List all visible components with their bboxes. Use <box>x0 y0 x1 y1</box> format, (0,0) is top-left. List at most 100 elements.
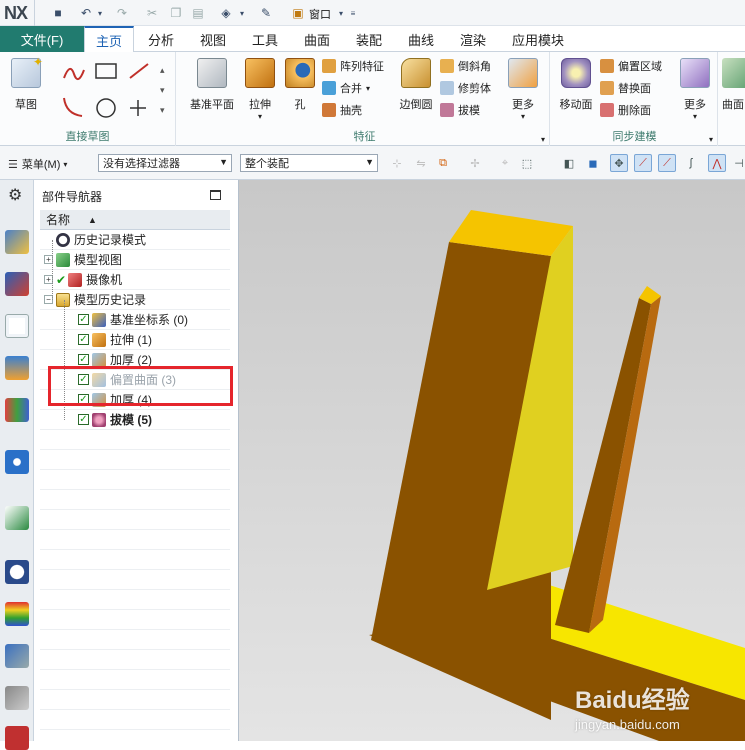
tree-connector <box>52 240 53 300</box>
tree-row-datum-csys[interactable]: ✓ 基准坐标系 (0) <box>40 310 230 330</box>
part-model[interactable] <box>239 180 745 741</box>
rect-select-icon[interactable]: ⬚ <box>518 154 536 172</box>
tab-analysis[interactable]: 分析 <box>136 26 186 52</box>
vertex-snap-icon[interactable]: ⋀ <box>708 154 726 172</box>
selection-scope-dropdown[interactable]: 整个装配 ▼ <box>240 154 378 172</box>
visibility-checkbox[interactable]: ✓ <box>78 334 89 345</box>
tab-view[interactable]: 视图 <box>188 26 238 52</box>
select-all-icon[interactable]: ✢ <box>466 154 484 172</box>
deselect-icon[interactable]: ⌖ <box>496 154 514 172</box>
curve-snap-icon[interactable]: ʃ <box>682 154 700 172</box>
solid-select-icon[interactable]: ◧ <box>560 154 578 172</box>
delete-face-button[interactable]: 删除面 <box>600 100 674 120</box>
history-icon[interactable] <box>5 506 29 530</box>
reuse-library-icon[interactable] <box>5 356 29 380</box>
sync-more-dropdown-icon[interactable]: ▾ <box>693 112 697 121</box>
offset-region-button[interactable]: 偏置区域 <box>600 56 674 76</box>
extrude-button[interactable]: 拉伸 ▾ <box>240 58 280 121</box>
tab-assembly[interactable]: 装配 <box>344 26 394 52</box>
move-face-button[interactable]: 移动面 <box>556 58 596 112</box>
system-materials-icon[interactable] <box>5 726 29 750</box>
replace-face-button[interactable]: 替换面 <box>600 78 674 98</box>
tab-curve[interactable]: 曲线 <box>396 26 446 52</box>
redo-icon[interactable]: ↷ <box>114 5 130 21</box>
visibility-checkbox[interactable]: ✓ <box>78 414 89 425</box>
feature-select-icon[interactable]: ⧉ <box>434 154 452 172</box>
empty-row <box>40 450 230 470</box>
tab-tools[interactable]: 工具 <box>240 26 290 52</box>
feature-more-dropdown-icon[interactable]: ▾ <box>521 112 525 121</box>
sketch-button[interactable]: ✦ 草图 <box>6 55 46 112</box>
tree-row-cameras[interactable]: + ✔ 摄像机 <box>40 270 230 290</box>
point-snap-icon[interactable]: ✥ <box>610 154 628 172</box>
repeat-dropdown-icon[interactable]: ▾ <box>234 5 250 21</box>
copy-icon[interactable]: ❐ <box>168 5 184 21</box>
sketch-gallery-scroll[interactable]: ▴ ▾ ▾ <box>160 60 165 120</box>
clock-icon <box>56 232 70 247</box>
tree-row-history-mode[interactable]: 历史记录模式 <box>40 230 230 250</box>
save-icon[interactable]: ■ <box>50 5 66 21</box>
extrude-dropdown-icon[interactable]: ▾ <box>258 112 262 121</box>
pattern-feature-button[interactable]: 阵列特征 <box>322 56 396 76</box>
paste-icon[interactable]: ▤ <box>190 5 206 21</box>
roles-icon[interactable] <box>5 686 29 710</box>
window-icon[interactable]: ▣ <box>290 5 306 21</box>
hole-button[interactable]: 孔 <box>282 58 318 112</box>
sketch-curve-icons[interactable] <box>60 60 152 120</box>
shell-button[interactable]: 抽壳 <box>322 100 396 120</box>
trim-body-button[interactable]: 修剪体 <box>440 78 500 98</box>
feature-group: 基准平面 拉伸 ▾ 孔 阵列特征 合并 ▾ 抽壳 边倒圆 倒斜角 修剪体 拔模 更… <box>180 52 550 146</box>
assembly-navigator-icon[interactable] <box>5 230 29 254</box>
tab-application[interactable]: 应用模块 <box>500 26 576 52</box>
undo-dropdown-icon[interactable]: ▾ <box>92 5 108 21</box>
midpoint-snap-icon[interactable]: ⟋ <box>658 154 676 172</box>
touch-mode-icon[interactable]: ✎ <box>258 5 274 21</box>
feature-more-button[interactable]: 更多 ▾ <box>504 58 542 121</box>
visualization-icon[interactable] <box>5 602 29 626</box>
unite-dropdown-icon[interactable]: ▾ <box>366 84 370 93</box>
file-tab[interactable]: 文件(F) <box>0 26 84 52</box>
sync-more-button[interactable]: 更多 ▾ <box>676 58 714 121</box>
graphics-window[interactable] <box>239 180 745 741</box>
tab-home[interactable]: 主页 <box>84 26 134 52</box>
surface-button[interactable]: 曲面 <box>722 58 745 112</box>
settings-gear-icon[interactable]: ⚙ <box>8 185 22 205</box>
filter-icon[interactable]: ⇋ <box>412 154 430 172</box>
tree-row-model-views[interactable]: + 模型视图 <box>40 250 230 270</box>
move-face-label: 移动面 <box>559 99 593 111</box>
process-studio-icon[interactable] <box>5 644 29 668</box>
sync-group-options-icon[interactable]: ▾ <box>709 135 713 144</box>
endpoint-snap-icon[interactable]: ⟋ <box>634 154 652 172</box>
part-navigator-icon[interactable] <box>5 314 29 338</box>
visibility-checkbox[interactable]: ✓ <box>78 354 89 365</box>
camera-icon <box>68 272 83 287</box>
chamfer-button[interactable]: 倒斜角 <box>440 56 500 76</box>
menu-button[interactable]: ☰ 菜单(M) ▾ <box>8 156 67 172</box>
customize-qat-icon[interactable]: ≡ <box>345 5 361 21</box>
name-column-header[interactable]: 名称 ▲ <box>40 210 230 230</box>
tree-row-draft[interactable]: ✓ 拔模 (5) <box>40 410 230 430</box>
hd3d-tools-icon[interactable] <box>5 398 29 422</box>
type-filter-dropdown[interactable]: 没有选择过滤器 ▼ <box>98 154 232 172</box>
constraint-navigator-icon[interactable] <box>5 272 29 296</box>
repeat-command-icon[interactable]: ◈ <box>218 5 234 21</box>
visibility-checkbox[interactable]: ✓ <box>78 314 89 325</box>
tab-render[interactable]: 渲染 <box>448 26 498 52</box>
draft-button[interactable]: 拔模 <box>440 100 500 120</box>
tab-surface[interactable]: 曲面 <box>292 26 342 52</box>
cut-icon[interactable]: ✂ <box>144 5 160 21</box>
feature-group-options-icon[interactable]: ▾ <box>541 135 545 144</box>
maximize-icon[interactable] <box>210 190 221 200</box>
snap-icon[interactable]: ⊹ <box>388 154 406 172</box>
more-snap-icon[interactable]: ⊣ <box>730 154 745 172</box>
tree-row-model-history[interactable]: − 模型历史记录 <box>40 290 230 310</box>
tree-row-extrude[interactable]: ✓ 拉伸 (1) <box>40 330 230 350</box>
unite-button[interactable]: 合并 ▾ <box>322 78 396 98</box>
clock-icon[interactable] <box>5 560 29 584</box>
datum-plane-button[interactable]: 基准平面 <box>186 58 238 112</box>
empty-row <box>40 530 230 550</box>
edge-blend-button[interactable]: 边倒圆 <box>396 58 436 112</box>
window-menu[interactable]: 窗口 <box>309 6 331 22</box>
body-select-icon[interactable]: ◼ <box>584 154 602 172</box>
web-browser-icon[interactable] <box>5 450 29 474</box>
